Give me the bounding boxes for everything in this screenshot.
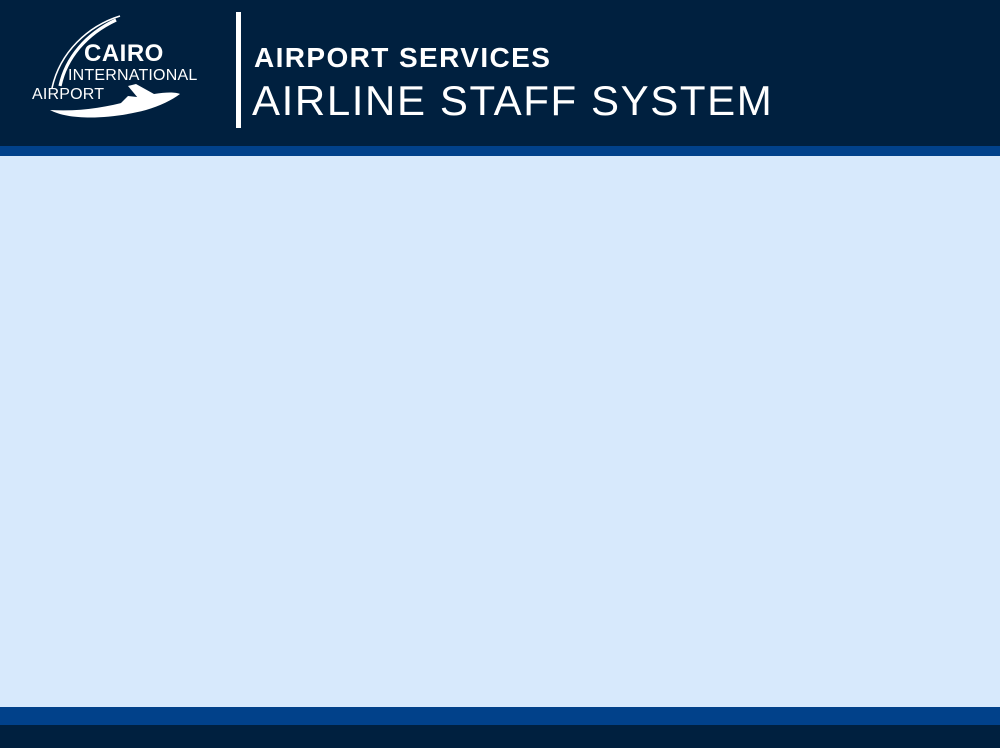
main-content-area	[0, 156, 1000, 707]
header-divider	[236, 12, 241, 128]
logo-line-cairo: CAIRO	[84, 40, 164, 67]
app-window: CAIRO INTERNATIONAL AIRPORT AIRPORT SERV…	[0, 0, 1000, 748]
header-accent-stripe	[0, 146, 1000, 156]
header-bar: CAIRO INTERNATIONAL AIRPORT AIRPORT SERV…	[0, 0, 1000, 146]
logo-line-international: INTERNATIONAL	[68, 67, 198, 84]
page-title: AIRPORT SERVICES	[254, 42, 552, 73]
footer-accent-stripe	[0, 707, 1000, 725]
footer-bar	[0, 725, 1000, 748]
logo-line-airport: AIRPORT	[32, 86, 105, 103]
page-subtitle: AIRLINE STAFF SYSTEM	[252, 77, 774, 124]
airport-logo: CAIRO INTERNATIONAL AIRPORT	[28, 14, 228, 126]
